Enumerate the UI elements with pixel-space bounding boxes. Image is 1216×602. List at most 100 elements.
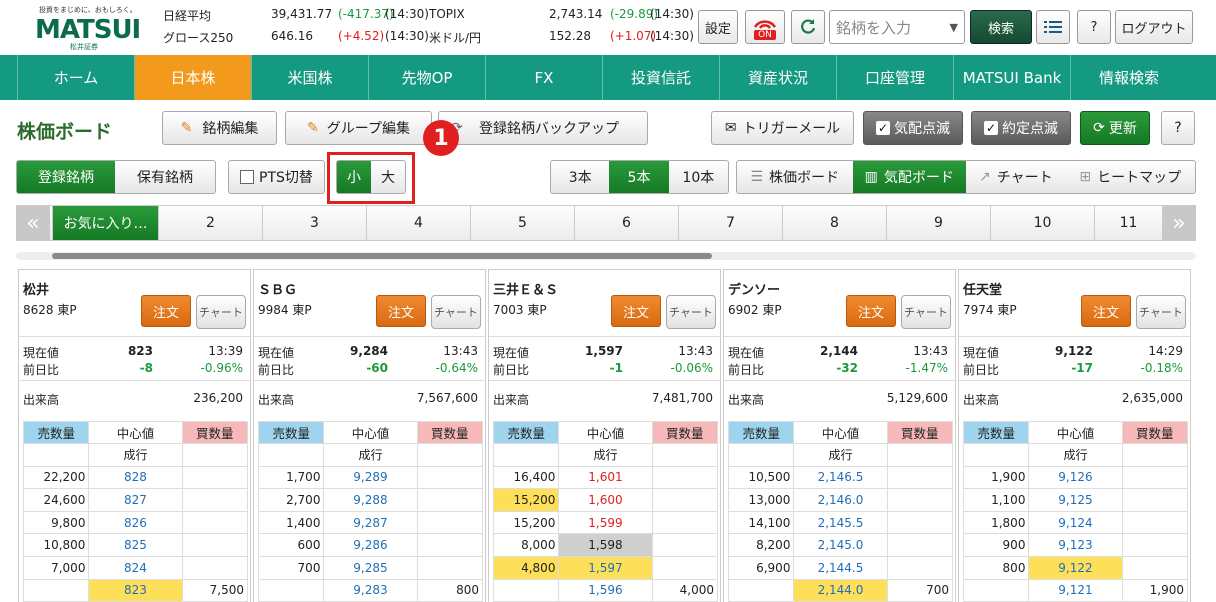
nav-item[interactable]: ホーム [17,55,134,100]
edit-groups-button[interactable]: ✎ グループ編集 [285,111,432,145]
center-price[interactable]: 823 [88,578,183,602]
holdings-tab[interactable]: 保有銘柄 [115,161,215,193]
pts-toggle[interactable]: PTS切替 [228,160,325,194]
center-price[interactable]: 2,144.0 [793,578,888,602]
center-price[interactable]: 9,283 [323,578,418,602]
scrollbar-thumb[interactable] [52,253,712,259]
trade-blink-toggle[interactable]: ✓ 約定点滅 [971,111,1071,145]
order-button[interactable]: 注文 [846,295,896,327]
board-help-button[interactable]: ? [1161,111,1195,145]
order-button[interactable]: 注文 [141,295,191,327]
center-price[interactable]: 9,286 [323,533,418,557]
chart-button[interactable]: チャート [1136,295,1186,329]
center-price[interactable]: 成行 [793,443,888,467]
logout-button[interactable]: ログアウト [1115,10,1193,44]
stock-name[interactable]: 松井 [23,279,49,298]
center-price[interactable]: 2,145.5 [793,510,888,535]
group-tab[interactable]: 8 [782,206,886,240]
help-button[interactable]: ? [1077,10,1111,44]
nav-item[interactable]: 口座管理 [836,55,953,100]
stock-name[interactable]: 三井Ｅ＆Ｓ [493,279,558,298]
backup-button[interactable]: 登録銘柄バックアップ ⟳ [438,111,648,145]
group-tab[interactable]: お気に入り… [52,206,158,240]
group-tab[interactable]: 10 [990,206,1094,240]
center-price[interactable]: 9,123 [1028,533,1123,557]
view-quote-board[interactable]: ▥ 気配ボード [852,161,966,193]
stock-name[interactable]: デンソー [728,279,780,298]
matsui-logo[interactable]: 投資をまじめに、おもしろく。 MATSUI 松井証券 [15,5,145,51]
search-input[interactable]: 銘柄を入力 ▼ [829,10,965,44]
nav-item[interactable]: FX [485,55,602,100]
center-price[interactable]: 9,121 [1028,578,1123,602]
group-tab[interactable]: 4 [366,206,470,240]
center-price[interactable]: 成行 [1028,443,1123,467]
nav-item[interactable]: 投資信託 [602,55,719,100]
chart-button[interactable]: チャート [196,295,246,329]
prev-arrow-icon[interactable]: « [16,206,50,240]
center-price[interactable]: 9,288 [323,488,418,512]
quote-blink-toggle[interactable]: ✓ 気配点滅 [863,111,963,145]
nav-item[interactable]: 日本株 [134,55,251,100]
edit-stocks-button[interactable]: ✎ 銘柄編集 [162,111,277,145]
center-price[interactable]: 9,126 [1028,465,1123,490]
center-price[interactable]: 9,125 [1028,488,1123,512]
center-price[interactable]: 1,599 [558,510,653,535]
center-price[interactable]: 2,144.5 [793,555,888,580]
search-button[interactable]: 検索 [970,10,1032,44]
nav-item[interactable]: 米国株 [251,55,368,100]
center-price[interactable]: 828 [88,465,183,490]
group-tab[interactable]: 2 [158,206,262,240]
menu-button[interactable] [1036,10,1070,44]
settings-button[interactable]: 設定 [698,10,738,44]
group-tab[interactable]: 9 [886,206,990,240]
center-price[interactable]: 9,289 [323,465,418,490]
group-tab[interactable]: 11 [1094,206,1162,240]
nav-item[interactable]: 先物OP [368,55,485,100]
center-price[interactable]: 成行 [323,443,418,467]
power-toggle-button[interactable]: ON [745,10,785,44]
center-price[interactable]: 1,601 [558,465,653,490]
center-price[interactable]: 1,598 [558,533,653,557]
group-tab[interactable]: 6 [574,206,678,240]
trigger-mail-button[interactable]: ✉ トリガーメール [711,111,854,145]
center-price[interactable]: 1,597 [558,555,653,580]
group-tab[interactable]: 7 [678,206,782,240]
registered-stocks-tab[interactable]: 登録銘柄 [17,161,115,193]
rows-5-button[interactable]: 5本 [609,161,669,193]
center-price[interactable]: 2,146.0 [793,488,888,512]
group-tab[interactable]: 3 [262,206,366,240]
order-button[interactable]: 注文 [1081,295,1131,327]
chart-button[interactable]: チャート [431,295,481,329]
refresh-button[interactable]: ⟳ 更新 [1080,111,1150,145]
reload-button[interactable] [791,10,825,44]
stock-name[interactable]: 任天堂 [963,279,1002,298]
rows-10-button[interactable]: 10本 [669,161,728,193]
center-price[interactable]: 2,146.5 [793,465,888,490]
center-price[interactable]: 825 [88,533,183,557]
chart-button[interactable]: チャート [901,295,951,329]
nav-item[interactable]: MATSUI Bank [953,55,1070,100]
view-chart[interactable]: ↗ チャート [966,161,1066,193]
rows-3-button[interactable]: 3本 [551,161,609,193]
view-stock-board[interactable]: ☰ 株価ボード [737,161,853,193]
view-heatmap[interactable]: ⊞ ヒートマップ [1066,161,1195,193]
stock-name[interactable]: ＳＢＧ [258,279,297,298]
center-price[interactable]: 9,124 [1028,510,1123,535]
chart-button[interactable]: チャート [666,295,716,329]
center-price[interactable]: 824 [88,555,183,580]
center-price[interactable]: 9,122 [1028,555,1123,580]
center-price[interactable]: 1,596 [558,578,653,602]
center-price[interactable]: 1,600 [558,488,653,512]
group-tab[interactable]: 5 [470,206,574,240]
nav-item[interactable]: 情報検索 [1070,55,1187,100]
next-arrow-icon[interactable]: » [1162,206,1196,240]
center-price[interactable]: 9,285 [323,555,418,580]
center-price[interactable]: 826 [88,510,183,535]
center-price[interactable]: 成行 [558,443,653,467]
order-button[interactable]: 注文 [376,295,426,327]
order-button[interactable]: 注文 [611,295,661,327]
center-price[interactable]: 827 [88,488,183,512]
nav-item[interactable]: 資産状況 [719,55,836,100]
center-price[interactable]: 成行 [88,443,183,467]
center-price[interactable]: 9,287 [323,510,418,535]
